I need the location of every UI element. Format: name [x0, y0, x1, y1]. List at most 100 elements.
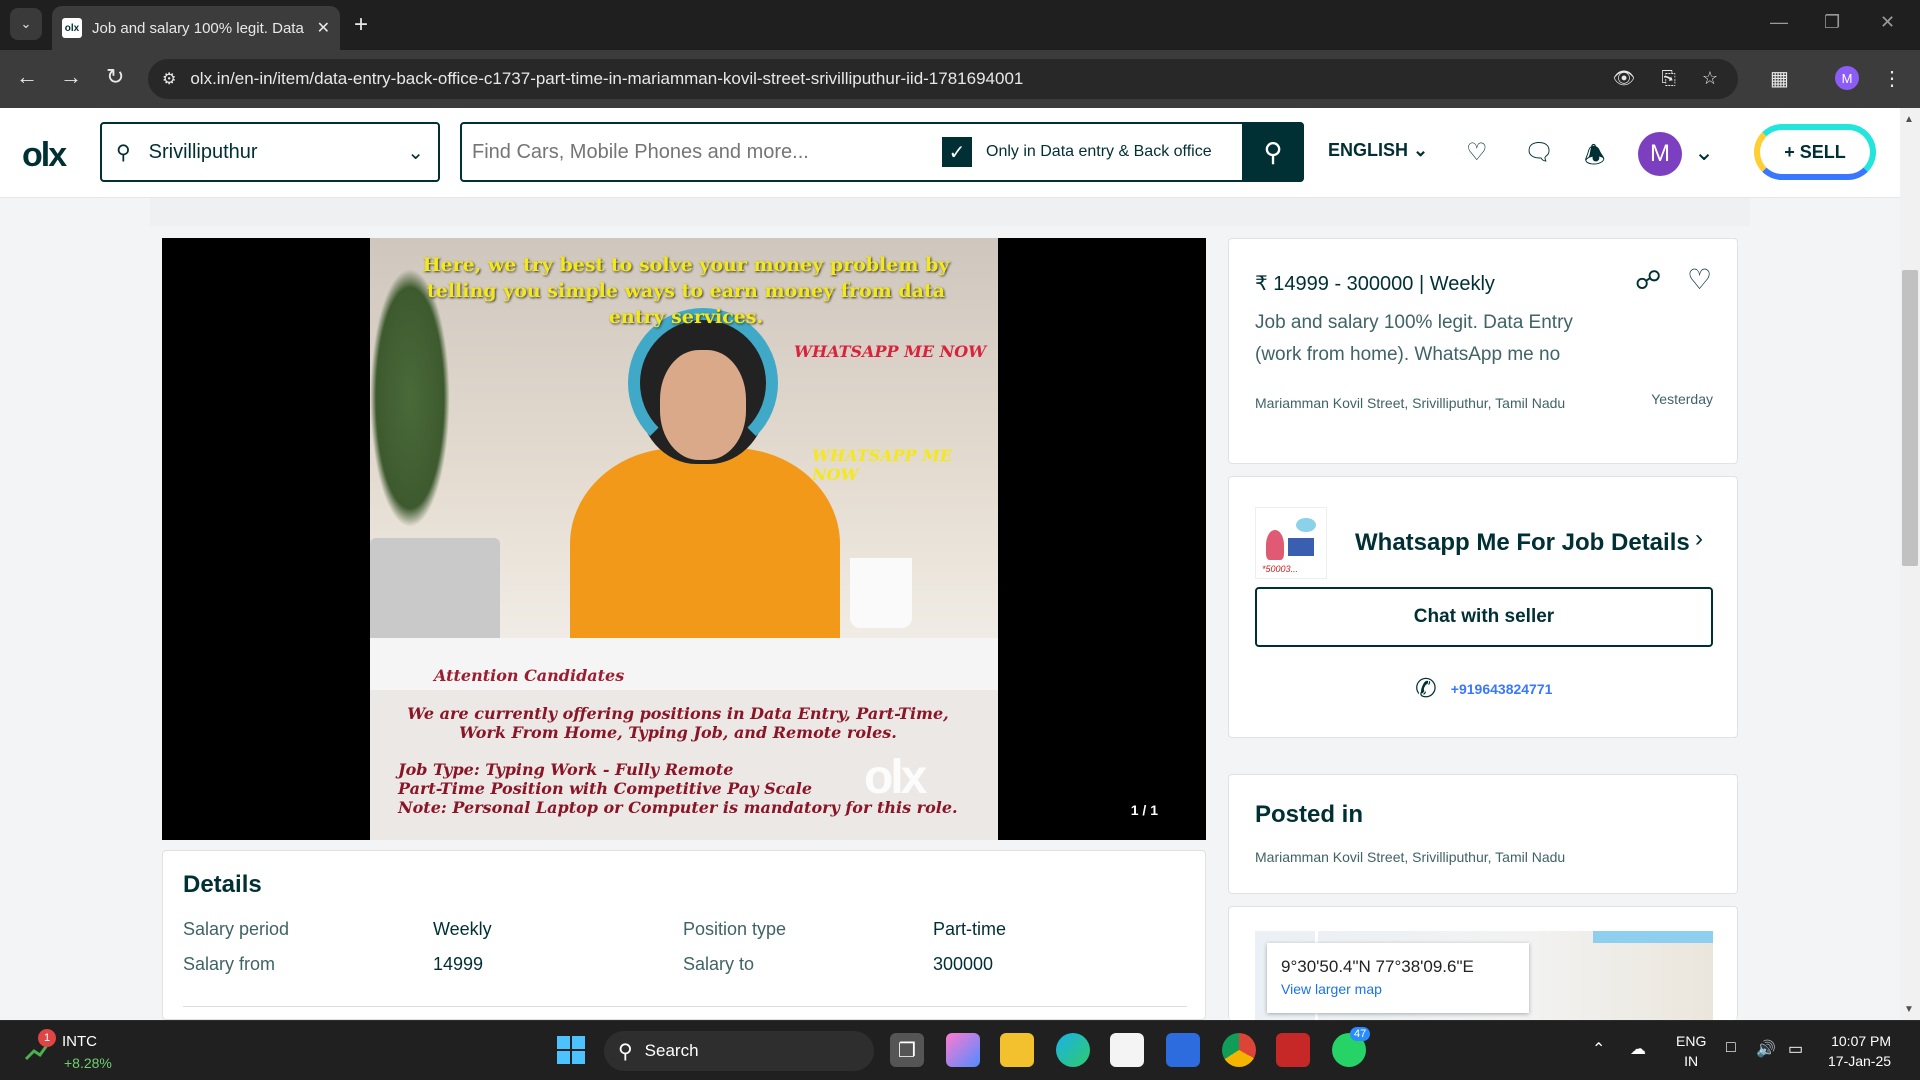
- heart-icon[interactable]: ♡: [1466, 138, 1488, 167]
- stock-change: +8.28%: [64, 1055, 112, 1071]
- forward-icon[interactable]: →: [60, 64, 82, 90]
- phone-icon: ✆: [1415, 673, 1437, 703]
- extensions-icon[interactable]: ▦: [1770, 66, 1789, 91]
- ad-whatsapp-text-2: WHATSAPP ME NOW: [812, 446, 953, 484]
- chevron-down-icon: ⌄: [407, 141, 424, 164]
- chat-with-seller-button[interactable]: Chat with seller: [1255, 587, 1713, 647]
- mug-graphic: [850, 558, 912, 628]
- image-counter: 1 / 1: [1130, 802, 1158, 818]
- sell-button[interactable]: + SELL: [1754, 124, 1876, 180]
- ad-date: Yesterday: [1651, 391, 1713, 407]
- search-input[interactable]: [462, 140, 942, 164]
- tab-search-button[interactable]: ⌄: [10, 8, 42, 40]
- seller-phone[interactable]: ✆ +919643824771: [1415, 673, 1552, 704]
- tracking-protection-icon[interactable]: 👁: [1613, 68, 1636, 89]
- ad-headline: Here, we try best to solve your money pr…: [422, 254, 950, 328]
- edge-browser-icon[interactable]: [1056, 1033, 1090, 1067]
- view-larger-map-link[interactable]: View larger map: [1281, 981, 1382, 997]
- seller-avatar[interactable]: *50003...: [1255, 507, 1327, 579]
- close-window-icon[interactable]: ✕: [1880, 12, 1895, 33]
- image-gallery[interactable]: Here, we try best to solve your money pr…: [162, 238, 1206, 840]
- taskbar-search[interactable]: ⚲ Search: [604, 1031, 874, 1071]
- posted-in-location: Mariamman Kovil Street, Srivilliputhur, …: [1255, 849, 1566, 865]
- chevron-right-icon[interactable]: ›: [1695, 525, 1703, 553]
- share-icon[interactable]: ☍: [1635, 265, 1661, 296]
- chevron-down-icon: ⌄: [1413, 140, 1429, 160]
- mcafee-icon[interactable]: [1276, 1033, 1310, 1067]
- chevron-up-icon[interactable]: ⌃: [1592, 1039, 1605, 1059]
- favorite-heart-icon[interactable]: ♡: [1687, 263, 1712, 296]
- input-language[interactable]: ENG IN: [1676, 1031, 1706, 1071]
- chat-icon[interactable]: 🗨: [1524, 138, 1554, 167]
- detail-key: Salary period: [183, 919, 290, 939]
- scroll-up-icon[interactable]: ▲: [1904, 114, 1914, 125]
- browser-toolbar: ← → ↻ ⚙ olx.in/en-in/item/data-entry-bac…: [0, 50, 1920, 108]
- location-map[interactable]: 9°30'50.4"N 77°38'09.6"E View larger map: [1255, 931, 1713, 1020]
- seller-card: *50003... Whatsapp Me For Job Details › …: [1228, 476, 1738, 738]
- ad-title: Job and salary 100% legit. Data Entry (w…: [1255, 312, 1573, 365]
- detail-key: Position type: [683, 919, 787, 939]
- url-text: olx.in/en-in/item/data-entry-back-office…: [190, 69, 1024, 88]
- address-bar[interactable]: ⚙ olx.in/en-in/item/data-entry-back-offi…: [148, 59, 1738, 99]
- restore-icon[interactable]: ❐: [1824, 12, 1840, 33]
- file-explorer-icon[interactable]: [1000, 1033, 1034, 1067]
- minimize-icon[interactable]: —: [1770, 12, 1788, 33]
- microsoft-store-icon[interactable]: [1110, 1033, 1144, 1067]
- copilot-icon[interactable]: [946, 1033, 980, 1067]
- posted-in-heading: Posted in: [1255, 801, 1364, 828]
- browser-menu-icon[interactable]: ⋮: [1882, 66, 1902, 91]
- stock-widget[interactable]: 1 INTC +8.28%: [24, 1029, 112, 1071]
- zoom-icon[interactable]: [1166, 1033, 1200, 1067]
- detail-key: Salary from: [183, 954, 276, 974]
- chrome-icon[interactable]: [1222, 1033, 1256, 1067]
- close-tab-icon[interactable]: ✕: [317, 18, 330, 38]
- bookmark-star-icon[interactable]: ☆: [1702, 68, 1718, 89]
- volume-icon[interactable]: 🔊: [1756, 1039, 1776, 1059]
- new-tab-icon[interactable]: +: [354, 11, 368, 39]
- seller-name[interactable]: Whatsapp Me For Job Details: [1355, 529, 1690, 557]
- region-code: IN: [1684, 1053, 1699, 1069]
- ad-attention: Attention Candidates: [434, 666, 625, 685]
- site-header: olx ⚲ Srivilliputhur ⌄ ✓ Only in Data en…: [0, 108, 1900, 198]
- user-avatar[interactable]: M: [1638, 132, 1682, 176]
- stock-badge: 1: [38, 1029, 56, 1047]
- site-info-icon[interactable]: ⚙: [162, 69, 176, 89]
- browser-profile-avatar[interactable]: M: [1835, 66, 1859, 90]
- tab-title: Job and salary 100% legit. Data: [92, 19, 304, 37]
- olx-logo[interactable]: olx: [22, 136, 67, 175]
- divider: [183, 1006, 1187, 1007]
- browser-tab[interactable]: olx Job and salary 100% legit. Data ✕: [52, 6, 340, 50]
- ad-location: Mariamman Kovil Street, Srivilliputhur, …: [1255, 395, 1566, 411]
- details-heading: Details: [183, 871, 262, 898]
- ad-image: Here, we try best to solve your money pr…: [370, 238, 998, 840]
- price: ₹ 14999 - 300000 | Weekly: [1255, 273, 1495, 295]
- clock[interactable]: 10:07 PM 17-Jan-25: [1828, 1031, 1891, 1071]
- bell-icon[interactable]: 🕭: [1584, 138, 1605, 179]
- reload-icon[interactable]: ↻: [106, 64, 124, 90]
- scroll-down-icon[interactable]: ▼: [1904, 1004, 1914, 1015]
- olx-favicon-icon: olx: [62, 18, 82, 38]
- whatsapp-icon[interactable]: 47: [1332, 1027, 1371, 1067]
- scrollbar-thumb[interactable]: [1902, 270, 1918, 566]
- olx-watermark: olx: [864, 751, 927, 804]
- details-section: Details Salary period Weekly Position ty…: [162, 850, 1206, 1020]
- battery-icon[interactable]: ▭: [1788, 1039, 1803, 1059]
- phone-number[interactable]: +919643824771: [1451, 681, 1553, 697]
- windows-start-icon[interactable]: [554, 1033, 588, 1067]
- language-selector[interactable]: ENGLISH ⌄: [1328, 140, 1428, 161]
- onedrive-icon[interactable]: ☁: [1630, 1039, 1646, 1059]
- detail-value: Weekly: [433, 919, 492, 939]
- category-filter-checkbox[interactable]: ✓: [942, 137, 972, 167]
- posted-in-card: Posted in Mariamman Kovil Street, Srivil…: [1228, 774, 1738, 894]
- location-value: Srivilliputhur: [148, 140, 258, 163]
- location-selector[interactable]: ⚲ Srivilliputhur ⌄: [100, 122, 440, 182]
- task-view-icon[interactable]: ❐: [890, 1033, 924, 1067]
- search-button[interactable]: ⚲: [1242, 122, 1304, 182]
- stock-chart-icon: 1: [24, 1029, 56, 1063]
- install-app-icon[interactable]: ⎘: [1661, 68, 1675, 89]
- back-icon[interactable]: ←: [16, 64, 38, 90]
- network-icon[interactable]: □: [1726, 1039, 1736, 1057]
- chevron-down-icon[interactable]: ⌄: [1694, 138, 1714, 167]
- search-icon: ⚲: [618, 1040, 633, 1063]
- lang-code: ENG: [1676, 1033, 1707, 1049]
